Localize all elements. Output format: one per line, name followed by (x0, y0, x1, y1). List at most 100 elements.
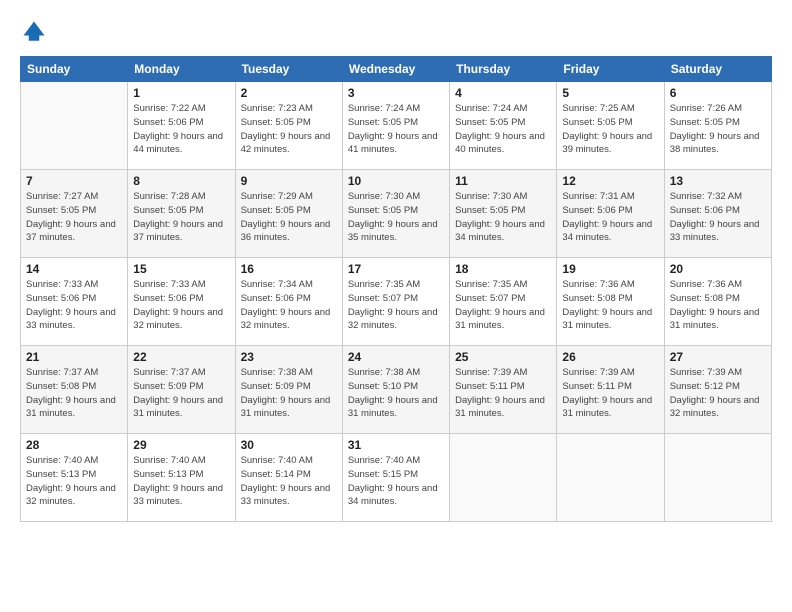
weekday-row: SundayMondayTuesdayWednesdayThursdayFrid… (21, 57, 772, 82)
calendar-cell: 3 Sunrise: 7:24 AMSunset: 5:05 PMDaylight… (342, 82, 449, 170)
day-info: Sunrise: 7:39 AMSunset: 5:11 PMDaylight:… (455, 366, 551, 421)
weekday-header: Friday (557, 57, 664, 82)
day-number: 17 (348, 262, 444, 276)
calendar-header: SundayMondayTuesdayWednesdayThursdayFrid… (21, 57, 772, 82)
day-info: Sunrise: 7:35 AMSunset: 5:07 PMDaylight:… (455, 278, 551, 333)
day-info: Sunrise: 7:34 AMSunset: 5:06 PMDaylight:… (241, 278, 337, 333)
day-info: Sunrise: 7:38 AMSunset: 5:10 PMDaylight:… (348, 366, 444, 421)
header (20, 18, 772, 46)
day-number: 14 (26, 262, 122, 276)
weekday-header: Thursday (450, 57, 557, 82)
calendar-cell: 22 Sunrise: 7:37 AMSunset: 5:09 PMDayligh… (128, 346, 235, 434)
calendar-cell: 29 Sunrise: 7:40 AMSunset: 5:13 PMDayligh… (128, 434, 235, 522)
day-info: Sunrise: 7:40 AMSunset: 5:13 PMDaylight:… (26, 454, 122, 509)
day-number: 18 (455, 262, 551, 276)
calendar-cell: 1Sunrise: 7:22 AMSunset: 5:06 PMDaylight… (128, 82, 235, 170)
calendar-cell: 10Sunrise: 7:30 AMSunset: 5:05 PMDayligh… (342, 170, 449, 258)
day-number: 22 (133, 350, 229, 364)
calendar-cell: 6 Sunrise: 7:26 AMSunset: 5:05 PMDaylight… (664, 82, 771, 170)
day-number: 9 (241, 174, 337, 188)
day-number: 5 (562, 86, 658, 100)
calendar-cell: 15Sunrise: 7:33 AMSunset: 5:06 PMDayligh… (128, 258, 235, 346)
day-number: 12 (562, 174, 658, 188)
day-info: Sunrise: 7:39 AMSunset: 5:11 PMDaylight:… (562, 366, 658, 421)
day-number: 13 (670, 174, 766, 188)
day-number: 16 (241, 262, 337, 276)
day-number: 7 (26, 174, 122, 188)
day-info: Sunrise: 7:37 AMSunset: 5:08 PMDaylight:… (26, 366, 122, 421)
day-number: 19 (562, 262, 658, 276)
day-info: Sunrise: 7:37 AMSunset: 5:09 PMDaylight:… (133, 366, 229, 421)
day-number: 3 (348, 86, 444, 100)
day-number: 4 (455, 86, 551, 100)
calendar-cell: 23 Sunrise: 7:38 AMSunset: 5:09 PMDayligh… (235, 346, 342, 434)
calendar-week-row: 7 Sunrise: 7:27 AMSunset: 5:05 PMDaylight… (21, 170, 772, 258)
day-number: 23 (241, 350, 337, 364)
day-info: Sunrise: 7:32 AMSunset: 5:06 PMDaylight:… (670, 190, 766, 245)
day-number: 21 (26, 350, 122, 364)
weekday-header: Tuesday (235, 57, 342, 82)
day-info: Sunrise: 7:36 AMSunset: 5:08 PMDaylight:… (670, 278, 766, 333)
calendar-week-row: 1Sunrise: 7:22 AMSunset: 5:06 PMDaylight… (21, 82, 772, 170)
day-info: Sunrise: 7:33 AMSunset: 5:06 PMDaylight:… (26, 278, 122, 333)
calendar-cell: 24 Sunrise: 7:38 AMSunset: 5:10 PMDayligh… (342, 346, 449, 434)
day-number: 8 (133, 174, 229, 188)
day-info: Sunrise: 7:38 AMSunset: 5:09 PMDaylight:… (241, 366, 337, 421)
calendar-cell (21, 82, 128, 170)
logo (20, 18, 52, 46)
weekday-header: Saturday (664, 57, 771, 82)
day-info: Sunrise: 7:39 AMSunset: 5:12 PMDaylight:… (670, 366, 766, 421)
day-info: Sunrise: 7:30 AMSunset: 5:05 PMDaylight:… (455, 190, 551, 245)
day-number: 2 (241, 86, 337, 100)
calendar-cell: 31Sunrise: 7:40 AMSunset: 5:15 PMDayligh… (342, 434, 449, 522)
calendar-cell: 4 Sunrise: 7:24 AMSunset: 5:05 PMDaylight… (450, 82, 557, 170)
weekday-header: Monday (128, 57, 235, 82)
day-number: 27 (670, 350, 766, 364)
calendar-cell: 16 Sunrise: 7:34 AMSunset: 5:06 PMDayligh… (235, 258, 342, 346)
calendar-cell: 25 Sunrise: 7:39 AMSunset: 5:11 PMDayligh… (450, 346, 557, 434)
day-info: Sunrise: 7:24 AMSunset: 5:05 PMDaylight:… (348, 102, 444, 157)
calendar-body: 1Sunrise: 7:22 AMSunset: 5:06 PMDaylight… (21, 82, 772, 522)
day-info: Sunrise: 7:26 AMSunset: 5:05 PMDaylight:… (670, 102, 766, 157)
calendar-cell (450, 434, 557, 522)
day-number: 1 (133, 86, 229, 100)
calendar-week-row: 14 Sunrise: 7:33 AMSunset: 5:06 PMDayligh… (21, 258, 772, 346)
day-info: Sunrise: 7:24 AMSunset: 5:05 PMDaylight:… (455, 102, 551, 157)
day-info: Sunrise: 7:30 AMSunset: 5:05 PMDaylight:… (348, 190, 444, 245)
day-info: Sunrise: 7:31 AMSunset: 5:06 PMDaylight:… (562, 190, 658, 245)
calendar-cell: 2 Sunrise: 7:23 AMSunset: 5:05 PMDaylight… (235, 82, 342, 170)
day-info: Sunrise: 7:23 AMSunset: 5:05 PMDaylight:… (241, 102, 337, 157)
day-info: Sunrise: 7:40 AMSunset: 5:13 PMDaylight:… (133, 454, 229, 509)
day-info: Sunrise: 7:40 AMSunset: 5:14 PMDaylight:… (241, 454, 337, 509)
day-number: 11 (455, 174, 551, 188)
calendar-cell: 20 Sunrise: 7:36 AMSunset: 5:08 PMDayligh… (664, 258, 771, 346)
day-info: Sunrise: 7:35 AMSunset: 5:07 PMDaylight:… (348, 278, 444, 333)
day-number: 31 (348, 438, 444, 452)
day-number: 24 (348, 350, 444, 364)
calendar-cell: 28Sunrise: 7:40 AMSunset: 5:13 PMDayligh… (21, 434, 128, 522)
calendar-cell: 5Sunrise: 7:25 AMSunset: 5:05 PMDaylight… (557, 82, 664, 170)
day-info: Sunrise: 7:36 AMSunset: 5:08 PMDaylight:… (562, 278, 658, 333)
day-number: 30 (241, 438, 337, 452)
calendar-table: SundayMondayTuesdayWednesdayThursdayFrid… (20, 56, 772, 522)
calendar-cell: 9 Sunrise: 7:29 AMSunset: 5:05 PMDaylight… (235, 170, 342, 258)
day-number: 26 (562, 350, 658, 364)
calendar-week-row: 28Sunrise: 7:40 AMSunset: 5:13 PMDayligh… (21, 434, 772, 522)
day-number: 15 (133, 262, 229, 276)
logo-icon (20, 18, 48, 46)
calendar-cell: 12 Sunrise: 7:31 AMSunset: 5:06 PMDayligh… (557, 170, 664, 258)
calendar-cell: 8 Sunrise: 7:28 AMSunset: 5:05 PMDaylight… (128, 170, 235, 258)
weekday-header: Wednesday (342, 57, 449, 82)
day-info: Sunrise: 7:28 AMSunset: 5:05 PMDaylight:… (133, 190, 229, 245)
day-number: 25 (455, 350, 551, 364)
calendar-page: SundayMondayTuesdayWednesdayThursdayFrid… (0, 0, 792, 612)
day-number: 20 (670, 262, 766, 276)
weekday-header: Sunday (21, 57, 128, 82)
day-number: 29 (133, 438, 229, 452)
day-info: Sunrise: 7:27 AMSunset: 5:05 PMDaylight:… (26, 190, 122, 245)
calendar-cell: 18 Sunrise: 7:35 AMSunset: 5:07 PMDayligh… (450, 258, 557, 346)
calendar-cell (557, 434, 664, 522)
day-info: Sunrise: 7:29 AMSunset: 5:05 PMDaylight:… (241, 190, 337, 245)
day-number: 6 (670, 86, 766, 100)
calendar-cell: 21 Sunrise: 7:37 AMSunset: 5:08 PMDayligh… (21, 346, 128, 434)
